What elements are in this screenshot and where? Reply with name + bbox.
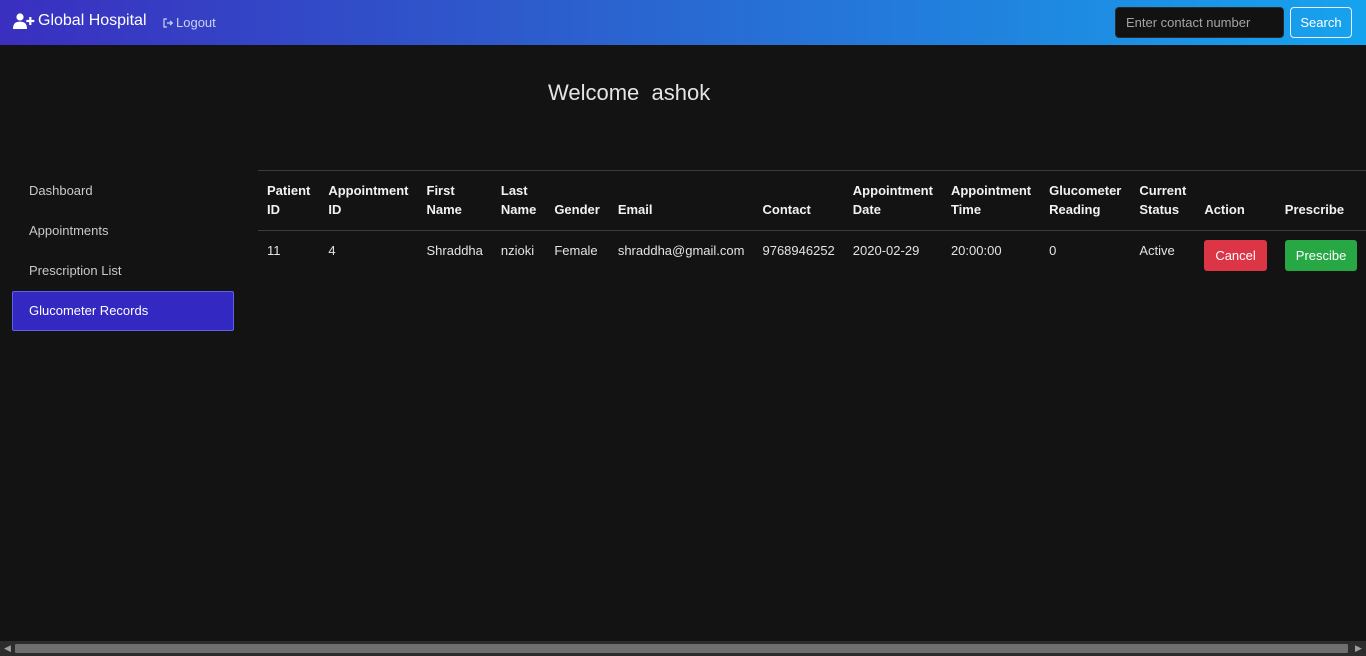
sidebar-nav: Dashboard Appointments Prescription List…	[12, 171, 234, 331]
logout-label: Logout	[176, 15, 216, 30]
cell-appointment-date: 2020-02-29	[852, 243, 920, 258]
top-navbar: Global Hospital Logout Search	[0, 0, 1366, 45]
table-header-row: Patient ID Appointment ID First Name Last Na…	[258, 170, 1366, 231]
table-row: 11 4 Shraddha nzioki Female shraddha@gma…	[258, 231, 1366, 283]
cell-gender: Female	[554, 243, 598, 258]
col-last-name: Last Name	[491, 170, 546, 231]
cell-contact: 9768946252	[762, 243, 835, 258]
contact-search-input[interactable]	[1115, 7, 1284, 38]
prescribe-button[interactable]: Prescibe	[1284, 240, 1358, 271]
col-glucometer-reading: Glucometer Reading	[1040, 170, 1131, 231]
user-plus-icon	[13, 13, 35, 29]
cell-current-status: Active	[1139, 243, 1175, 258]
horizontal-scrollbar[interactable]: ◀ ▶	[0, 641, 1366, 656]
scrollbar-thumb[interactable]	[15, 644, 1348, 653]
cell-prescribe: Prescibe	[1276, 231, 1366, 283]
col-appointment-time: Appointment Time	[941, 170, 1041, 231]
cell-patient-id: 11	[267, 243, 281, 258]
col-appointment-id: Appointment ID	[319, 170, 418, 231]
col-email: Email	[608, 170, 754, 231]
appointments-table-container: Patient ID Appointment ID First Name Last Na…	[258, 170, 1366, 282]
brand-label: Global Hospital	[38, 12, 147, 29]
col-contact: Contact	[753, 170, 844, 231]
logout-link[interactable]: Logout	[163, 15, 216, 30]
cell-last-name: nzioki	[500, 243, 535, 258]
col-current-status: Current Status	[1130, 170, 1196, 231]
col-appointment-date: Appointment Date	[843, 170, 942, 231]
cell-email: shraddha@gmail.com	[617, 243, 745, 258]
appointments-table: Patient ID Appointment ID First Name Last Na…	[258, 170, 1366, 282]
cell-action: Cancel	[1195, 231, 1275, 283]
col-gender: Gender	[545, 170, 609, 231]
cell-glucometer-reading: 0	[1049, 243, 1057, 258]
cell-appointment-time: 20:00:00	[950, 243, 1002, 258]
col-prescribe: Prescribe	[1275, 170, 1366, 231]
cancel-button[interactable]: Cancel	[1204, 240, 1267, 271]
sidebar-item-prescription-list[interactable]: Prescription List	[12, 251, 234, 291]
sidebar-item-glucometer-records[interactable]: Glucometer Records	[12, 291, 234, 331]
col-first-name: First Name	[417, 170, 492, 231]
search-button[interactable]: Search	[1290, 7, 1352, 38]
sidebar-item-appointments[interactable]: Appointments	[12, 211, 234, 251]
scroll-right-arrow-icon[interactable]: ▶	[1351, 641, 1366, 656]
cell-appointment-id: 4	[328, 243, 336, 258]
scroll-left-arrow-icon[interactable]: ◀	[0, 641, 15, 656]
sidebar-item-dashboard[interactable]: Dashboard	[12, 171, 234, 211]
col-patient-id: Patient ID	[258, 170, 320, 231]
cell-first-name: Shraddha	[426, 243, 483, 258]
brand[interactable]: Global Hospital	[13, 12, 147, 30]
welcome-heading: Welcome ashok	[548, 80, 711, 105]
sign-out-icon	[163, 17, 174, 28]
col-action: Action	[1195, 170, 1276, 231]
